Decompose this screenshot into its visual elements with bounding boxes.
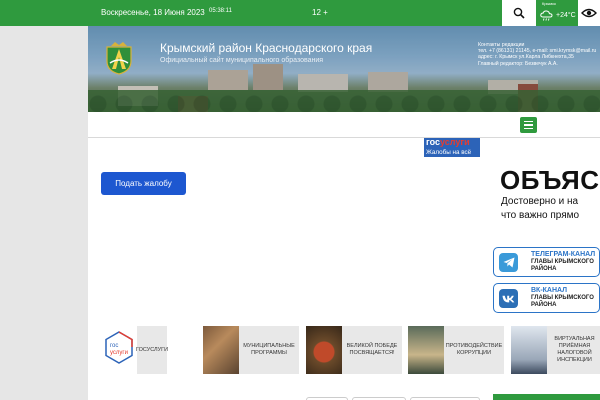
tile-logo-part2: услуги <box>110 350 128 356</box>
vk-channel-button[interactable]: ВК-КАНАЛ ГЛАВЫ КРЫМСКОГО РАЙОНА <box>493 283 600 313</box>
age-rating: 12 + <box>312 8 328 17</box>
explain-line-2: что важно прямо <box>501 210 580 221</box>
tile-victory[interactable]: ВЕЛИКОЙ ПОБЕДЕ ПОСВЯЩАЕТСЯ! <box>306 326 402 374</box>
tile-label: ВЕЛИКОЙ ПОБЕДЕ ПОСВЯЩАЕТСЯ! <box>346 343 398 356</box>
weather-city: Крымск <box>542 1 556 6</box>
weather-temp: +24°C <box>556 12 576 19</box>
current-date: Воскресенье, 18 Июня 2023 <box>101 8 205 17</box>
left-gutter <box>0 0 88 400</box>
eye-icon <box>581 8 597 18</box>
tile-label: МУНИЦИПАЛЬНЫЕ ПРОГРАММЫ <box>243 343 295 356</box>
anti-corruption-image <box>408 326 444 374</box>
tile-label: ПРОТИВОДЕЙСТВИЕ КОРРУПЦИИ <box>445 343 503 356</box>
hamburger-icon <box>524 120 533 123</box>
gosuslugi-logo: госуслуги <box>426 138 470 147</box>
vk-sub: ГЛАВЫ КРЫМСКОГО РАЙОНА <box>531 295 594 308</box>
search-icon <box>513 7 525 19</box>
gosuslugi-caption: Жалобы на всё <box>426 149 472 156</box>
site-subtitle: Официальный сайт муниципального образова… <box>160 57 324 64</box>
accessibility-button[interactable] <box>578 0 600 26</box>
explain-headline: ОБЪЯС <box>500 165 600 195</box>
gosuslugi-tile-logo: гос услуги <box>101 326 137 374</box>
municipal-programs-image <box>203 326 239 374</box>
telegram-icon <box>499 253 518 272</box>
site-title[interactable]: Крымский район Краснодарского края <box>160 41 372 55</box>
editorial-contacts: Контакты редакции тел. +7 (86131) 21145,… <box>478 42 600 67</box>
search-button[interactable] <box>502 0 536 26</box>
bottom-green-block[interactable] <box>493 394 600 400</box>
nav-strip <box>88 112 600 138</box>
cloud-rain-icon <box>540 10 553 21</box>
submit-complaint-button[interactable]: Подать жалобу <box>101 172 186 195</box>
tile-label: ГОСУСЛУГИ <box>135 346 169 353</box>
vk-icon <box>499 289 518 308</box>
tile-label: ВИРТУАЛЬНАЯ ПРИЁМНАЯ НАЛОГОВОЙ ИНСПЕКЦИИ <box>554 336 595 363</box>
tile-logo-part1: гос <box>110 343 118 349</box>
vk-heading: ВК-КАНАЛ <box>531 287 568 294</box>
telegram-channel-button[interactable]: ТЕЛЕГРАМ-КАНАЛ ГЛАВЫ КРЫМСКОГО РАЙОНА <box>493 247 600 277</box>
explain-rf-banner[interactable]: ОБЪЯС Достоверно и на что важно прямо <box>500 165 600 225</box>
current-time: 05:38:11 <box>209 8 232 14</box>
header-banner: Крымский район Краснодарского края Офици… <box>88 26 600 112</box>
contacts-editor: Главный редактор: Безвечук А.А. <box>478 60 558 67</box>
top-bar: Воскресенье, 18 Июня 2023 05:38:11 12 + … <box>0 0 600 26</box>
telegram-sub: ГЛАВЫ КРЫМСКОГО РАЙОНА <box>531 259 594 272</box>
menu-button[interactable] <box>520 117 537 133</box>
coat-of-arms-icon[interactable] <box>104 41 134 75</box>
victory-image <box>306 326 342 374</box>
tile-tax-reception[interactable]: ВИРТУАЛЬНАЯ ПРИЁМНАЯ НАЛОГОВОЙ ИНСПЕКЦИИ <box>511 326 600 374</box>
explain-line-1: Достоверно и на <box>501 196 579 207</box>
weather-widget[interactable]: Крымск +24°C <box>536 0 576 26</box>
tile-gosuslugi[interactable]: гос услуги ГОСУСЛУГИ <box>101 326 169 374</box>
tile-anti-corruption[interactable]: ПРОТИВОДЕЙСТВИЕ КОРРУПЦИИ <box>408 326 504 374</box>
tax-reception-image <box>511 326 547 374</box>
tile-municipal-programs[interactable]: МУНИЦИПАЛЬНЫЕ ПРОГРАММЫ <box>203 326 299 374</box>
telegram-heading: ТЕЛЕГРАМ-КАНАЛ <box>531 251 596 258</box>
gosuslugi-complaints-banner[interactable]: госуслуги Жалобы на всё <box>424 138 480 157</box>
